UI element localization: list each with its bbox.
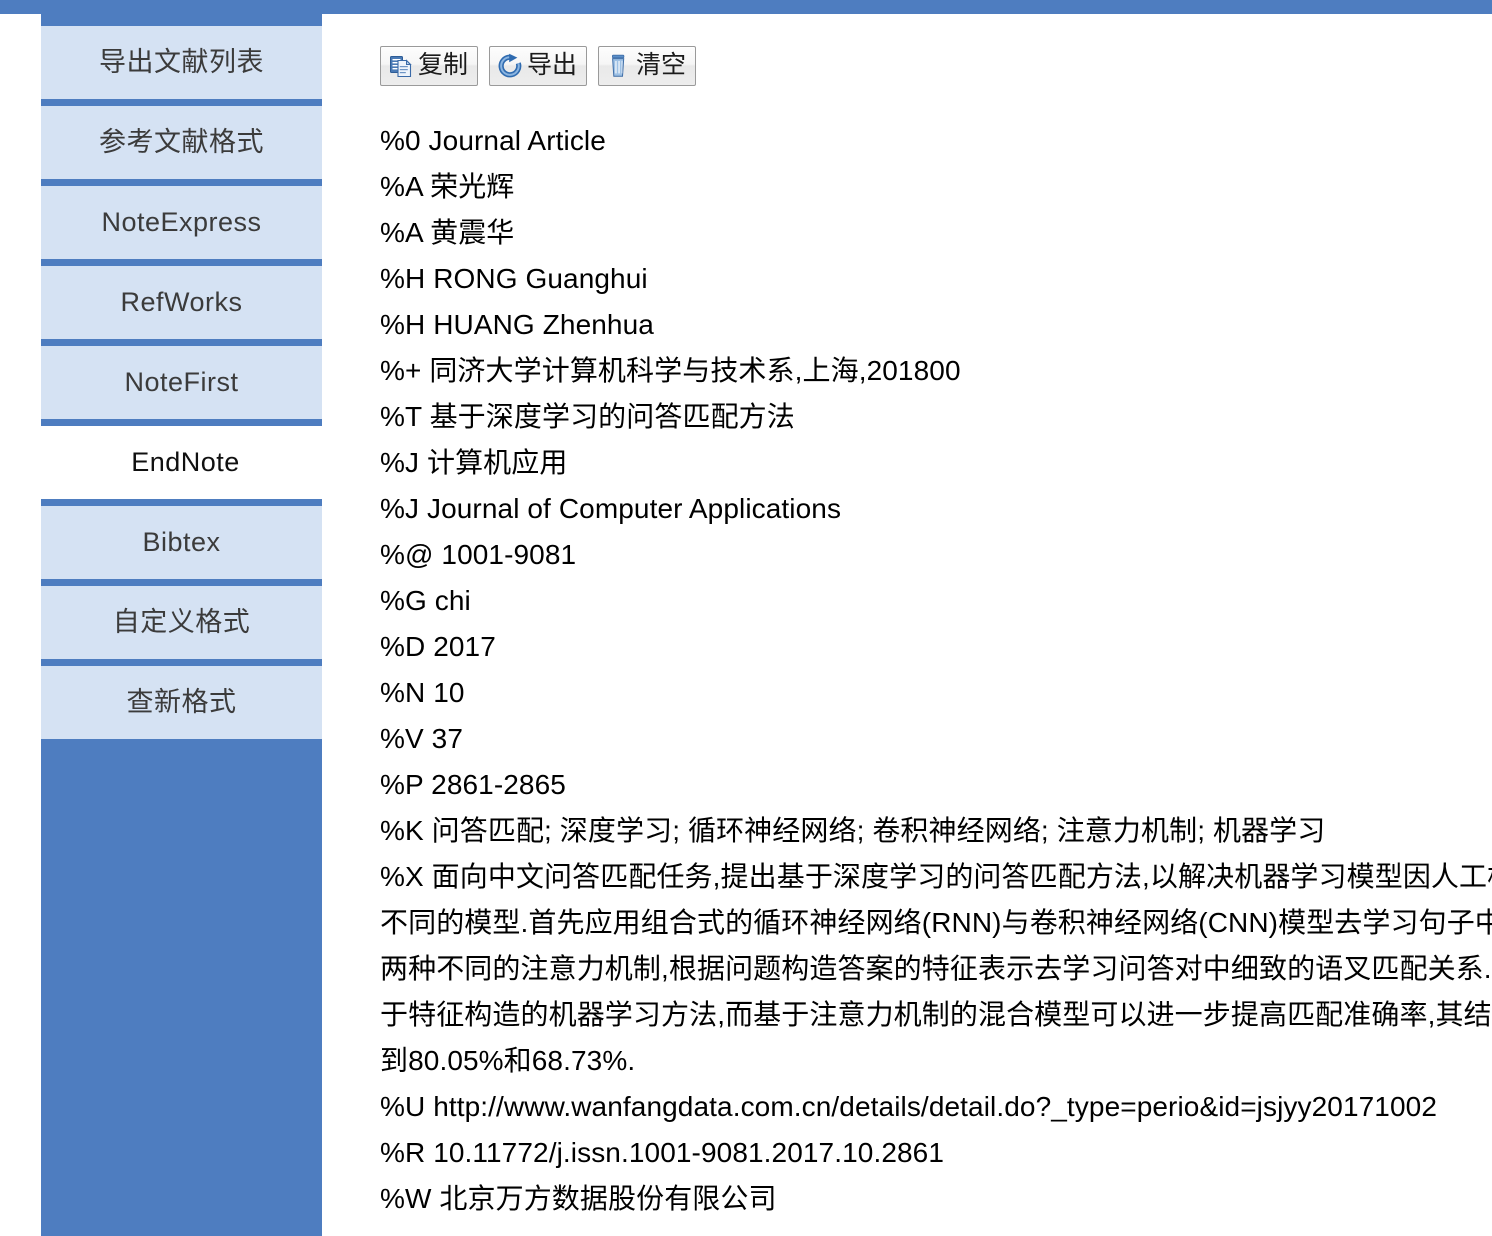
citation-text-block[interactable]: %0 Journal Article %A 荣光辉 %A 黄震华 %H RONG Gu…: [380, 118, 1492, 1222]
clear-button-label: 清空: [636, 50, 687, 79]
citation-line: %H RONG Guanghui: [380, 263, 648, 294]
citation-line: %V 37: [380, 723, 463, 754]
sidebar-item-export-list[interactable]: 导出文献列表: [41, 26, 322, 99]
sidebar-item-custom-format[interactable]: 自定义格式: [41, 586, 322, 659]
citation-line: %D 2017: [380, 631, 496, 662]
citation-line: %R 10.11772/j.issn.1001-9081.2017.10.286…: [380, 1137, 945, 1168]
citation-line: %G chi: [380, 585, 471, 616]
citation-line: %K 问答匹配; 深度学习; 循环神经网络; 卷积神经网络; 注意力机制; 机器…: [380, 815, 1326, 846]
citation-line: 不同的模型.首先应用组合式的循环神经网络(RNN)与卷积神经网络(CNN)模型去…: [380, 907, 1492, 938]
sidebar-item-noteexpress[interactable]: NoteExpress: [41, 186, 322, 259]
citation-line: %+ 同济大学计算机科学与技术系,上海,201800: [380, 355, 961, 386]
copy-button-label: 复制: [418, 50, 469, 79]
citation-line: %A 黄震华: [380, 217, 515, 248]
trash-icon: [606, 53, 632, 79]
citation-line: %H HUANG Zhenhua: [380, 309, 654, 340]
copy-button[interactable]: 复制: [380, 46, 479, 86]
citation-line: 到80.05%和68.73%.: [380, 1045, 636, 1076]
citation-line: %P 2861-2865: [380, 769, 566, 800]
toolbar: 复制 导出 清空: [380, 46, 697, 86]
export-button-label: 导出: [527, 50, 578, 79]
citation-line: %U http://www.wanfangdata.com.cn/details…: [380, 1091, 1437, 1122]
sidebar-item-bibtex[interactable]: Bibtex: [41, 506, 322, 579]
citation-line: %A 荣光辉: [380, 171, 515, 202]
citation-line: %W 北京万方数据股份有限公司: [380, 1183, 777, 1214]
citation-line: %J Journal of Computer Applications: [380, 493, 842, 524]
sidebar-item-endnote[interactable]: EndNote: [41, 426, 330, 499]
export-button[interactable]: 导出: [489, 46, 588, 86]
sidebar-item-refworks[interactable]: RefWorks: [41, 266, 322, 339]
clear-button[interactable]: 清空: [598, 46, 697, 86]
sidebar: 导出文献列表 参考文献格式 NoteExpress RefWorks NoteFirst…: [41, 0, 330, 1236]
citation-line: %X 面向中文问答匹配任务,提出基于深度学习的问答匹配方法,以解决机器学习模型因…: [380, 861, 1492, 892]
citation-line: %T 基于深度学习的问答匹配方法: [380, 401, 795, 432]
sidebar-item-notefirst[interactable]: NoteFirst: [41, 346, 322, 419]
sidebar-item-reference-format[interactable]: 参考文献格式: [41, 106, 322, 179]
sidebar-item-novelty-format[interactable]: 查新格式: [41, 666, 322, 739]
citation-line: 于特征构造的机器学习方法,而基于注意力机制的混合模型可以进一步提高匹配准确率,其…: [380, 999, 1492, 1030]
citation-line: %@ 1001-9081: [380, 539, 577, 570]
export-refresh-icon: [497, 53, 523, 79]
sidebar-item-list: 导出文献列表 参考文献格式 NoteExpress RefWorks NoteFirst…: [41, 26, 330, 746]
citation-line: 两种不同的注意力机制,根据问题构造答案的特征表示去学习问答对中细致的语叉匹配关系…: [380, 953, 1492, 984]
citation-line: %N 10: [380, 677, 465, 708]
content-panel: 复制 导出 清空 %0 Journal Article %A 荣光辉 %A 黄震华 %H …: [322, 14, 1492, 1236]
citation-line: %0 Journal Article: [380, 125, 606, 156]
citation-line: %J 计算机应用: [380, 447, 568, 478]
copy-icon: [388, 53, 414, 79]
